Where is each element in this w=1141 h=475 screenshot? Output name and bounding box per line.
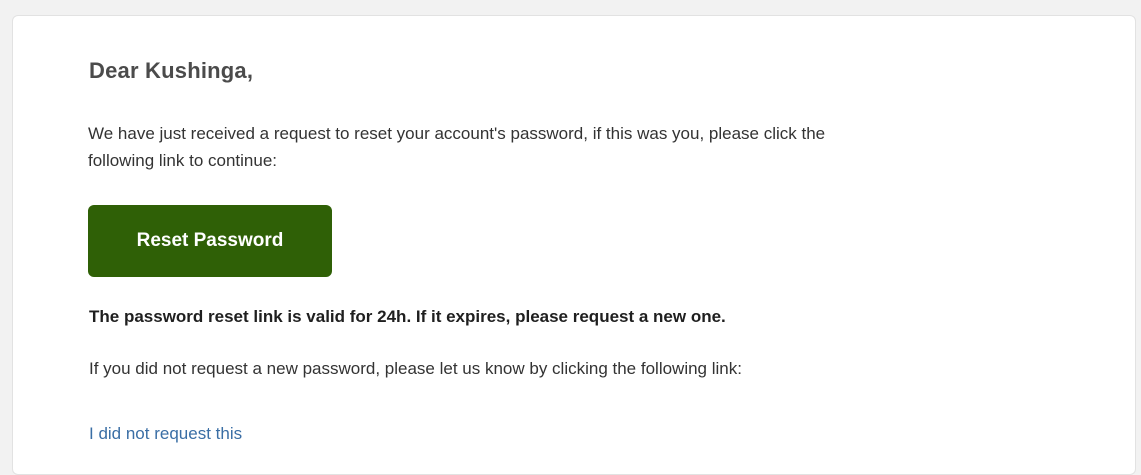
reset-password-button[interactable]: Reset Password xyxy=(88,205,332,277)
not-requested-paragraph: If you did not request a new password, p… xyxy=(89,359,742,378)
validity-notice: The password reset link is valid for 24h… xyxy=(89,307,726,326)
not-requested-link[interactable]: I did not request this xyxy=(89,424,242,444)
greeting-heading: Dear Kushinga, xyxy=(89,58,254,83)
intro-paragraph: We have just received a request to reset… xyxy=(88,124,826,170)
email-card: Dear Kushinga, We have just received a r… xyxy=(12,15,1136,475)
